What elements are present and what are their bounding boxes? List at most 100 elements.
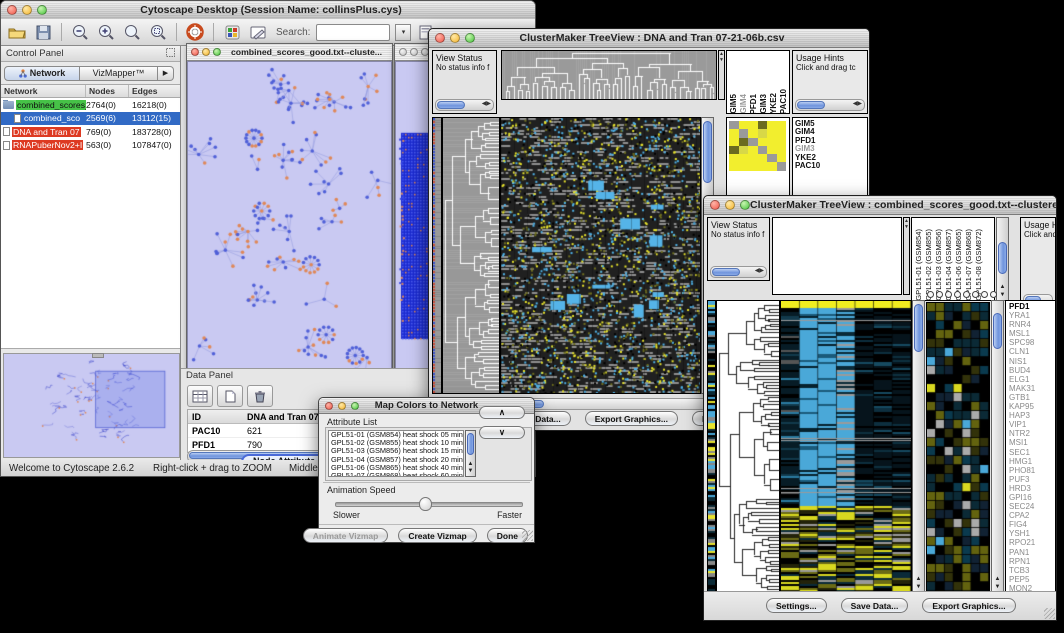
- matrix-cell[interactable]: [767, 138, 777, 146]
- zoom-button[interactable]: [213, 48, 221, 56]
- gene-label[interactable]: HAP3: [1009, 411, 1055, 420]
- matrix-cell[interactable]: [758, 154, 768, 162]
- gene-label[interactable]: CLN1: [1009, 347, 1055, 356]
- column-dendrogram[interactable]: [501, 50, 717, 100]
- annotation-icon[interactable]: [248, 22, 268, 42]
- gene-label[interactable]: MSI1: [1009, 438, 1055, 447]
- gene-label[interactable]: CPA2: [1009, 511, 1055, 520]
- matrix-cell[interactable]: [777, 146, 787, 154]
- gene-label[interactable]: TCB3: [1009, 566, 1055, 575]
- matrix-cell[interactable]: [758, 146, 768, 154]
- save-data-button[interactable]: Save Data...: [841, 598, 909, 613]
- zoom-button[interactable]: [465, 33, 475, 43]
- matrix-cell[interactable]: [758, 129, 768, 137]
- gene-label[interactable]: PAN1: [1009, 548, 1055, 557]
- close-button[interactable]: [710, 200, 720, 210]
- matrix-cell[interactable]: [748, 138, 758, 146]
- row-dendrogram[interactable]: [442, 117, 500, 394]
- matrix-cell[interactable]: [767, 154, 777, 162]
- matrix-cell[interactable]: [758, 121, 768, 129]
- global-pixel-strip[interactable]: [707, 300, 716, 593]
- column-edges[interactable]: Edges: [129, 85, 180, 97]
- matrix-cell[interactable]: [758, 138, 768, 146]
- gene-label[interactable]: GTB1: [1009, 393, 1055, 402]
- gene-label[interactable]: SPC98: [1009, 338, 1055, 347]
- matrix-cell[interactable]: [739, 146, 749, 154]
- export-graphics-button[interactable]: Export Graphics...: [922, 598, 1015, 613]
- mini-scroll-strip[interactable]: ▲▼: [718, 50, 725, 100]
- minimize-button[interactable]: [202, 48, 210, 56]
- close-button[interactable]: [435, 33, 445, 43]
- gene-label[interactable]: YSH1: [1009, 529, 1055, 538]
- zoom-button[interactable]: [351, 402, 359, 410]
- overview-resize-handle[interactable]: [92, 353, 104, 358]
- matrix-cell[interactable]: [729, 138, 739, 146]
- gene-label[interactable]: SEC24: [1009, 502, 1055, 511]
- gene-label[interactable]: VIP1: [1009, 420, 1055, 429]
- column-dendrogram[interactable]: [772, 217, 902, 295]
- column-labels-vscrollbar[interactable]: ▲ ▼: [996, 217, 1009, 301]
- matrix-cell[interactable]: [739, 129, 749, 137]
- gene-label[interactable]: RPO21: [1009, 538, 1055, 547]
- matrix-cell[interactable]: [777, 138, 787, 146]
- matrix-cell[interactable]: [739, 162, 749, 170]
- matrix-cell[interactable]: [729, 146, 739, 154]
- network-list-row[interactable]: combined_sco2569(6)13112(15): [1, 112, 180, 126]
- mini-scroll-strip[interactable]: ▲▼: [903, 217, 910, 295]
- search-dropdown-arrow[interactable]: ▾: [395, 24, 411, 41]
- matrix-cell[interactable]: [729, 121, 739, 129]
- hscrollbar[interactable]: ◀▶: [710, 266, 767, 278]
- gene-label[interactable]: SEC1: [1009, 448, 1055, 457]
- gene-label[interactable]: MSL1: [1009, 329, 1055, 338]
- column-label[interactable]: YKE2: [769, 93, 778, 114]
- column-label[interactable]: GIM4: [739, 94, 748, 114]
- gene-label[interactable]: PFD1: [1009, 302, 1055, 311]
- close-button[interactable]: [399, 48, 407, 56]
- speed-slider-thumb[interactable]: [419, 497, 432, 511]
- matrix-cell[interactable]: [758, 162, 768, 170]
- gene-label[interactable]: PHO81: [1009, 466, 1055, 475]
- heatmap-main[interactable]: [500, 117, 701, 394]
- gene-label[interactable]: NIS1: [1009, 357, 1055, 366]
- matrix-cell[interactable]: [777, 129, 787, 137]
- row-dendrogram[interactable]: [716, 300, 780, 593]
- network-view-titlebar[interactable]: combined_scores_good.txt--cluste...: [187, 44, 392, 61]
- heatmap-main[interactable]: [780, 300, 912, 593]
- matrix-cell[interactable]: [767, 129, 777, 137]
- matrix-cell[interactable]: [777, 162, 787, 170]
- new-attribute-button[interactable]: [217, 385, 243, 407]
- main-titlebar[interactable]: Cytoscape Desktop (Session Name: collins…: [1, 1, 535, 20]
- gene-label[interactable]: HMG1: [1009, 457, 1055, 466]
- zoom-in-icon[interactable]: [96, 22, 116, 42]
- save-button[interactable]: [33, 22, 53, 42]
- column-label[interactable]: GIM5: [729, 94, 738, 114]
- plugin-icon[interactable]: [222, 22, 242, 42]
- zoom-button[interactable]: [740, 200, 750, 210]
- gene-label[interactable]: KAP95: [1009, 402, 1055, 411]
- gene-label[interactable]: YRA1: [1009, 311, 1055, 320]
- network-list-row[interactable]: combined_scores_2764(0)16218(0): [1, 98, 180, 112]
- column-label[interactable]: PAC10: [779, 89, 788, 114]
- attribute-list[interactable]: GPL51-01 (GSM854) heat shock 05 minGPL51…: [328, 430, 464, 477]
- zoom-selected-icon[interactable]: [148, 22, 168, 42]
- zoom-out-icon[interactable]: [70, 22, 90, 42]
- minimize-button[interactable]: [22, 5, 32, 15]
- minimize-button[interactable]: [410, 48, 418, 56]
- move-down-button[interactable]: ∨: [479, 426, 525, 439]
- gene-label[interactable]: NTR2: [1009, 429, 1055, 438]
- column-id[interactable]: ID: [188, 412, 243, 422]
- matrix-cell[interactable]: [777, 121, 787, 129]
- matrix-cell[interactable]: [729, 162, 739, 170]
- column-nodes[interactable]: Nodes: [86, 85, 129, 97]
- matrix-cell[interactable]: [748, 154, 758, 162]
- yellow-correlation-matrix[interactable]: [729, 121, 786, 171]
- column-network[interactable]: Network: [1, 85, 86, 97]
- close-button[interactable]: [325, 402, 333, 410]
- select-attributes-button[interactable]: [187, 385, 213, 407]
- search-input[interactable]: [316, 24, 390, 41]
- gene-label[interactable]: ELG1: [1009, 375, 1055, 384]
- network-list-row[interactable]: DNA and Tran 07769(0)183728(0): [1, 125, 180, 139]
- matrix-cell[interactable]: [767, 121, 777, 129]
- gene-label[interactable]: BUD4: [1009, 366, 1055, 375]
- help-lifering-icon[interactable]: [185, 22, 205, 42]
